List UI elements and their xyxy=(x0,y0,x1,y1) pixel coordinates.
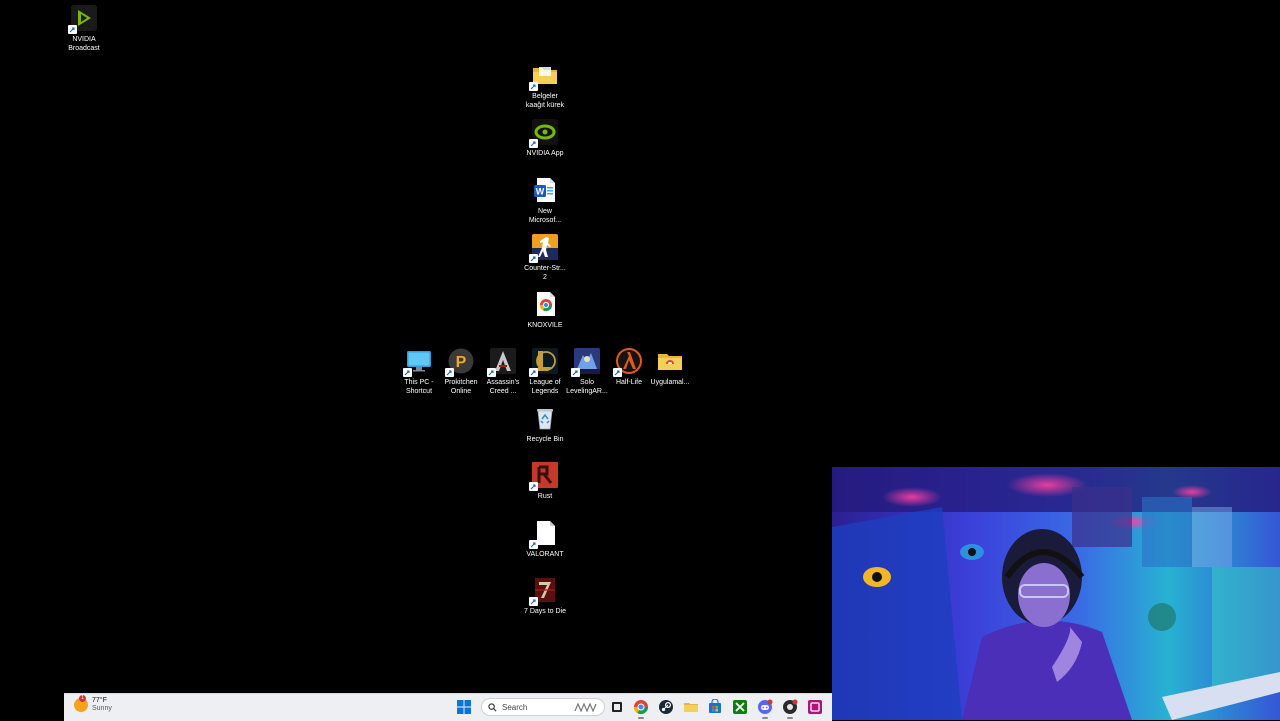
desktop-icon-label: KNOXVILE xyxy=(527,322,563,329)
taskbar-chrome[interactable] xyxy=(633,699,649,719)
word-document-icon: W xyxy=(531,176,559,204)
desktop-icon-label: Uygulamal... xyxy=(650,379,690,386)
weather-temperature: 77°F xyxy=(92,697,107,704)
shortcut-arrow-icon xyxy=(529,82,538,91)
desktop-icon-label: NVIDIA App xyxy=(526,150,564,157)
search-label: Search xyxy=(502,702,528,712)
recycle-bin-icon xyxy=(531,404,559,432)
desktop-icon-seven-days[interactable]: 7 Days to Die xyxy=(513,576,577,616)
shortcut-arrow-icon xyxy=(445,368,454,377)
shortcut-arrow-icon xyxy=(529,482,538,491)
shortcut-arrow-icon xyxy=(529,368,538,377)
taskbar-xbox[interactable] xyxy=(732,699,748,715)
nvidia-app-icon xyxy=(529,118,559,148)
desktop-icon-belgeler[interactable]: Belgeler kaağıt kürek xyxy=(513,61,577,110)
taskbar-discord[interactable] xyxy=(757,699,773,719)
blank-file-icon xyxy=(529,519,559,549)
file-explorer-icon xyxy=(684,703,698,712)
folder-icon xyxy=(656,347,684,375)
shortcut-arrow-icon xyxy=(68,25,77,34)
notification-badge: 1 xyxy=(79,695,86,702)
weather-condition: Sunny xyxy=(92,705,112,712)
webcam-overlay xyxy=(832,467,1280,720)
shortcut-arrow-icon xyxy=(529,540,538,549)
seven-days-icon xyxy=(529,576,559,606)
desktop-icon-recycle-bin[interactable]: Recycle Bin xyxy=(513,404,577,444)
shortcut-arrow-icon xyxy=(529,139,538,148)
desktop-icon-label: 7 Days to Die xyxy=(523,608,567,615)
rust-icon xyxy=(529,461,559,491)
search-box[interactable]: Search xyxy=(481,698,605,716)
desktop-icon-nvidia-broadcast[interactable]: NVIDIA Broadcast xyxy=(52,4,116,53)
taskbar-app-red[interactable] xyxy=(782,699,798,719)
shortcut-arrow-icon xyxy=(529,254,538,263)
desktop-icon-knoxvile[interactable]: KNOXVILE xyxy=(513,290,577,330)
counter-strike-icon xyxy=(529,233,559,263)
start-button[interactable] xyxy=(457,700,471,714)
desktop-icon-rust[interactable]: Rust xyxy=(513,461,577,501)
shortcut-arrow-icon xyxy=(571,368,580,377)
shortcut-arrow-icon xyxy=(529,597,538,606)
taskbar-microsoft-store[interactable] xyxy=(707,699,723,715)
steam-icon xyxy=(659,700,673,714)
desktop-icon-label: Counter-Str... 2 xyxy=(524,265,566,281)
desktop-icon-counter-strike[interactable]: Counter-Str... 2 xyxy=(513,233,577,282)
shortcut-arrow-icon xyxy=(487,368,496,377)
desktop-icon-label: Belgeler kaağıt kürek xyxy=(525,93,565,109)
shortcut-arrow-icon xyxy=(403,368,412,377)
desktop-icon-nvidia-app[interactable]: NVIDIA App xyxy=(513,118,577,158)
discord-icon xyxy=(758,699,773,714)
taskbar-file-explorer[interactable] xyxy=(683,699,699,715)
chrome-icon xyxy=(634,700,648,714)
task-view-icon xyxy=(612,702,622,712)
shortcut-arrow-icon xyxy=(613,368,622,377)
nvidia-broadcast-icon xyxy=(68,4,98,34)
taskbar-steam[interactable] xyxy=(658,699,674,715)
app-icon xyxy=(783,699,798,714)
webcam-scene xyxy=(832,467,1280,720)
desktop-icon-new-microsoft[interactable]: W New Microsof... xyxy=(513,176,577,225)
desktop-icon-label: VALORANT xyxy=(526,551,564,558)
search-highlight-icon xyxy=(574,702,597,713)
desktop-icon-label: Rust xyxy=(537,493,553,500)
weather-widget[interactable]: 1 77°F Sunny xyxy=(74,695,112,713)
desktop-icon-uygulamalar[interactable]: Uygulamal... xyxy=(638,347,702,387)
desktop-icon-valorant[interactable]: VALORANT xyxy=(513,519,577,559)
sun-icon: 1 xyxy=(74,695,88,712)
desktop-icon-label: Recycle Bin xyxy=(526,436,564,443)
task-view-button[interactable] xyxy=(609,699,625,715)
svg-text:P: P xyxy=(456,354,467,371)
desktop-icon-label: New Microsof... xyxy=(528,208,562,224)
chrome-file-icon xyxy=(531,290,559,318)
taskbar: 1 77°F Sunny Search xyxy=(64,693,832,721)
taskbar-app-purple[interactable] xyxy=(807,699,823,715)
search-icon xyxy=(488,702,497,711)
desktop-icon-label: NVIDIA Broadcast xyxy=(68,36,100,52)
microsoft-store-icon xyxy=(709,699,721,713)
svg-text:W: W xyxy=(536,187,545,197)
folder-icon xyxy=(529,61,559,91)
windows-start-icon xyxy=(457,700,471,714)
xbox-icon xyxy=(733,700,747,714)
app-icon xyxy=(808,700,822,714)
